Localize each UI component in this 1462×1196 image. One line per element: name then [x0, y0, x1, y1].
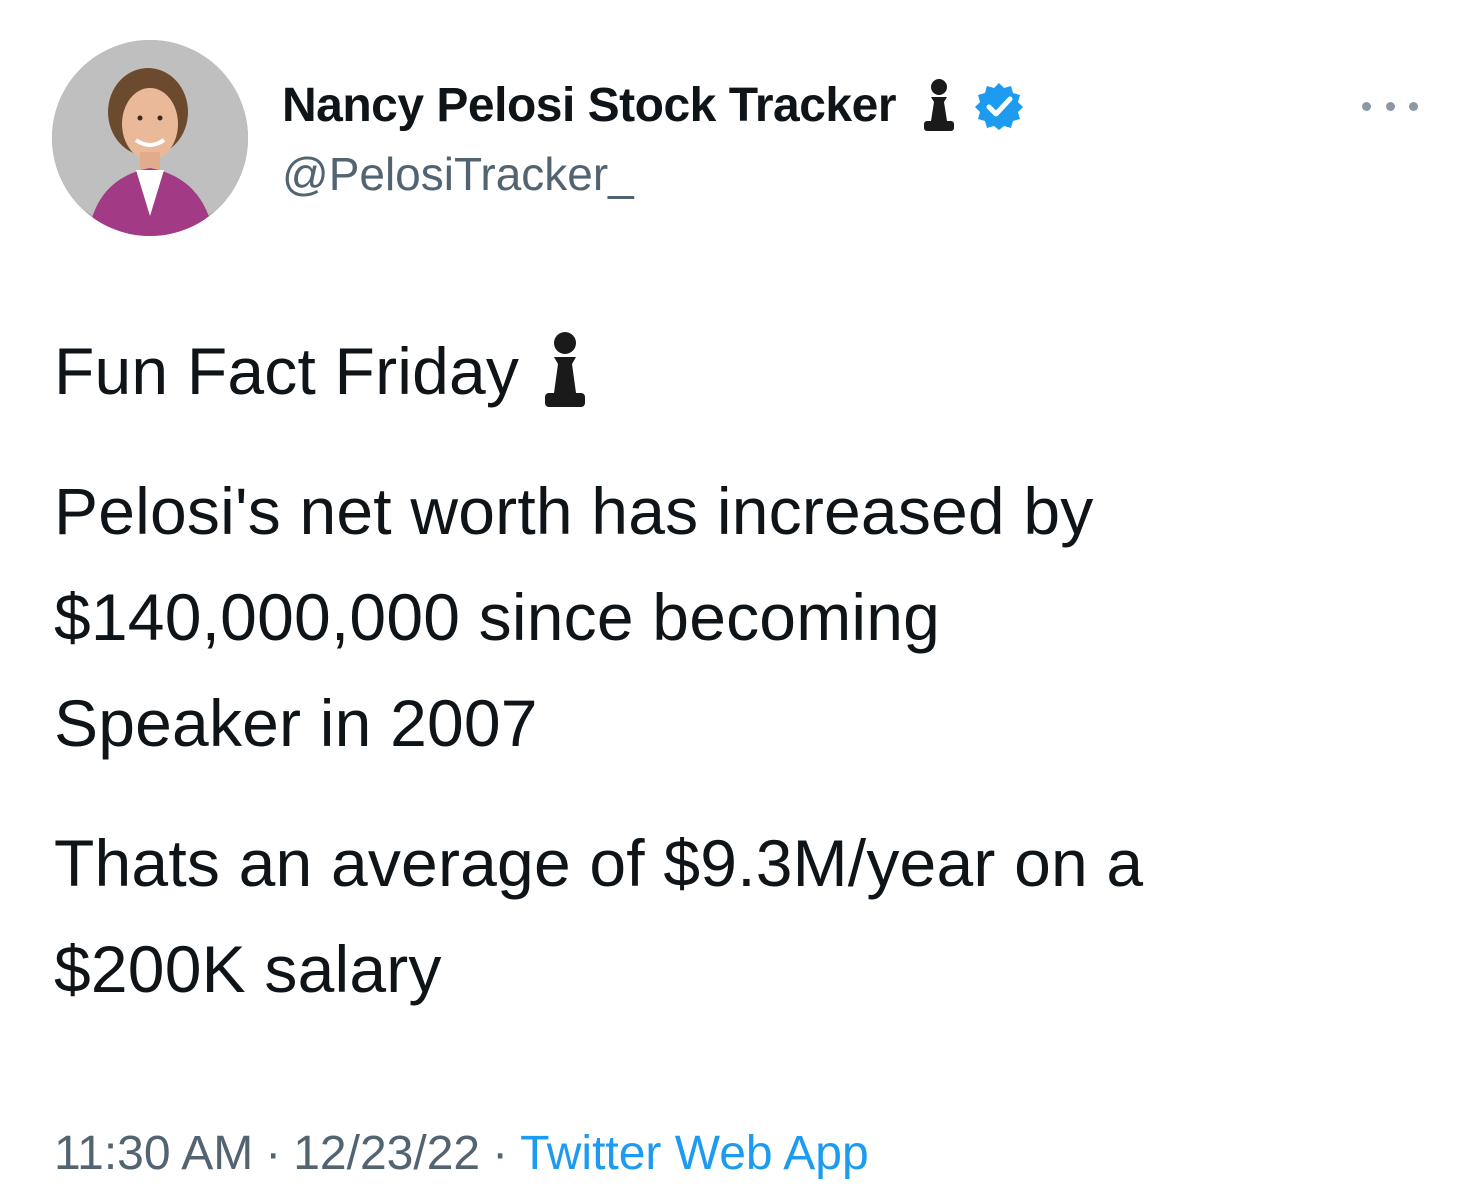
meta-separator: ·: [265, 1127, 282, 1180]
more-dot: [1362, 101, 1371, 111]
meta-separator: ·: [492, 1127, 509, 1180]
more-dot: [1385, 101, 1395, 111]
tweet-source-link[interactable]: Twitter Web App: [520, 1127, 869, 1180]
more-dot: [1409, 101, 1418, 111]
user-handle[interactable]: @PelosiTracker_: [282, 146, 634, 202]
verified-badge-icon[interactable]: [974, 81, 1024, 131]
display-name[interactable]: Nancy Pelosi Stock Tracker: [282, 76, 1024, 136]
chess-pawn-icon: [545, 332, 586, 407]
tweet-meta: 11:30 AM · 12/23/22 · Twitter Web App: [54, 1122, 869, 1186]
avatar-photo: [52, 40, 248, 236]
tweet-line-3: $140,000,000 since becoming: [54, 580, 941, 654]
tweet-text: Fun Fact Friday: [54, 334, 520, 408]
display-name-text: Nancy Pelosi Stock Tracker: [282, 79, 897, 132]
more-options-icon[interactable]: [1362, 96, 1418, 116]
tweet-date[interactable]: 12/23/22: [293, 1127, 480, 1180]
avatar[interactable]: [52, 40, 248, 236]
tweet-line-5: Thats an average of $9.3M/year on a: [54, 826, 1144, 900]
tweet-line-1: Fun Fact Friday: [54, 322, 593, 420]
chess-pawn-icon: [924, 79, 954, 131]
tweet-line-2: Pelosi's net worth has increased by: [54, 474, 1094, 548]
tweet-time[interactable]: 11:30 AM: [54, 1127, 253, 1180]
tweet-line-6: $200K salary: [54, 932, 442, 1006]
tweet-card: Nancy Pelosi Stock Tracker @PelosiTracke…: [0, 0, 1462, 1196]
tweet-line-4: Speaker in 2007: [54, 686, 538, 760]
